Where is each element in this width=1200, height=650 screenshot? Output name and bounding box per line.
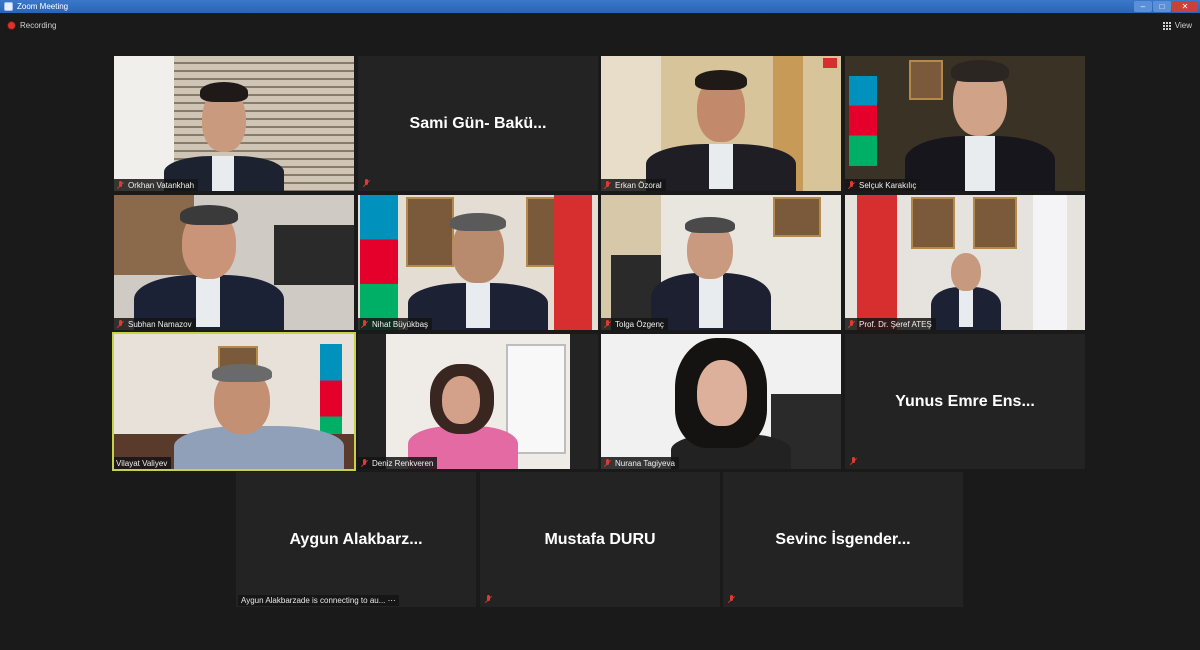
muted-mic-icon: [847, 180, 856, 190]
name-tile-yunus-emre[interactable]: Yunus Emre Ens...: [845, 334, 1085, 469]
participant-name-bar: Subhan Namazov: [114, 318, 196, 330]
participant-name-bar: Selçuk Karakılıç: [845, 179, 921, 191]
recording-indicator[interactable]: Recording: [8, 21, 56, 30]
grid-icon: [1162, 21, 1171, 30]
participant-name: Aygun Alakbarz...: [289, 530, 423, 548]
participant-name-bar: Vilayat Valiyev: [114, 457, 172, 469]
participant-name: Tolga Özgenç: [615, 319, 664, 329]
participant-name: Selçuk Karakılıç: [859, 180, 917, 190]
name-tile-sami[interactable]: Sami Gün- Bakü...: [358, 56, 598, 191]
view-label: View: [1174, 21, 1192, 30]
muted-mic-icon: [849, 457, 858, 466]
participant-name-bar: Nihat Büyükbaş: [358, 318, 433, 330]
window-title: Zoom Meeting: [17, 2, 69, 11]
muted-mic-icon: [360, 319, 369, 329]
view-button[interactable]: View: [1162, 21, 1192, 30]
video-tile-erkan[interactable]: Erkan Özoral: [601, 56, 841, 191]
connecting-status: Aygun Alakbarzade is connecting to au...…: [238, 595, 399, 606]
video-tile-deniz[interactable]: Deniz Renkveren: [358, 334, 598, 469]
connecting-icon: ⋯: [387, 596, 396, 605]
recording-icon: [8, 22, 15, 29]
muted-mic-icon: [603, 319, 612, 329]
window-titlebar: Zoom Meeting – □ ✕: [0, 0, 1200, 13]
meeting-toolbar: Recording View: [0, 13, 1200, 39]
participant-name: Deniz Renkveren: [372, 458, 434, 468]
participant-name-bar: Prof. Dr. Şeref ATEŞ: [845, 318, 936, 330]
video-tile-seref[interactable]: Prof. Dr. Şeref ATEŞ: [845, 195, 1085, 330]
muted-mic-icon: [484, 595, 493, 604]
participant-name-bar: Erkan Özoral: [601, 179, 666, 191]
video-tile-subhan[interactable]: Subhan Namazov: [114, 195, 354, 330]
participant-name: Vilayat Valiyev: [116, 458, 168, 468]
video-tile-orkhan[interactable]: Orkhan Vatankhah: [114, 56, 354, 191]
video-tile-selcuk[interactable]: Selçuk Karakılıç: [845, 56, 1085, 191]
participant-name: Mustafa DURU: [544, 530, 656, 548]
participant-name: Subhan Namazov: [128, 319, 192, 329]
video-tile-nihat[interactable]: Nihat Büyükbaş: [358, 195, 598, 330]
muted-mic-icon: [603, 180, 612, 190]
participant-name-bar: Nurana Tagiyeva: [601, 457, 679, 469]
participant-name: Nihat Büyükbaş: [372, 319, 429, 329]
participant-name: Prof. Dr. Şeref ATEŞ: [859, 319, 932, 329]
participant-name: Sevinc İsgender...: [775, 530, 911, 548]
muted-mic-icon: [116, 319, 125, 329]
video-tile-vilayat[interactable]: Vilayat Valiyev: [112, 332, 356, 471]
participant-name: Sami Gün- Bakü...: [409, 114, 547, 132]
minimize-button[interactable]: –: [1134, 1, 1152, 12]
name-tile-mustafa[interactable]: Mustafa DURU: [480, 472, 720, 607]
zoom-app-icon: [4, 2, 13, 11]
muted-mic-icon: [847, 319, 856, 329]
video-tile-nurana[interactable]: Nurana Tagiyeva: [601, 334, 841, 469]
maximize-button[interactable]: □: [1153, 1, 1171, 12]
connecting-status-text: Aygun Alakbarzade is connecting to au...: [241, 596, 386, 605]
participant-name: Yunus Emre Ens...: [895, 392, 1035, 410]
participant-name-bar: Orkhan Vatankhah: [114, 179, 199, 191]
name-tile-aygun[interactable]: Aygun Alakbarz... Aygun Alakbarzade is c…: [236, 472, 476, 607]
close-button[interactable]: ✕: [1172, 1, 1198, 12]
participant-name: Erkan Özoral: [615, 180, 662, 190]
participant-name: Nurana Tagiyeva: [615, 458, 675, 468]
recording-label: Recording: [20, 21, 57, 30]
muted-mic-icon: [116, 180, 125, 190]
participant-name: Orkhan Vatankhah: [128, 180, 195, 190]
video-tile-tolga[interactable]: Tolga Özgenç: [601, 195, 841, 330]
muted-mic-icon: [727, 595, 736, 604]
name-tile-sevinc[interactable]: Sevinc İsgender...: [723, 472, 963, 607]
participant-name-bar: Deniz Renkveren: [358, 457, 438, 469]
participant-name-bar: Tolga Özgenç: [601, 318, 668, 330]
window-controls: – □ ✕: [1133, 0, 1198, 13]
muted-mic-icon: [360, 458, 369, 468]
muted-mic-icon: [603, 458, 612, 468]
muted-mic-icon: [362, 179, 371, 188]
